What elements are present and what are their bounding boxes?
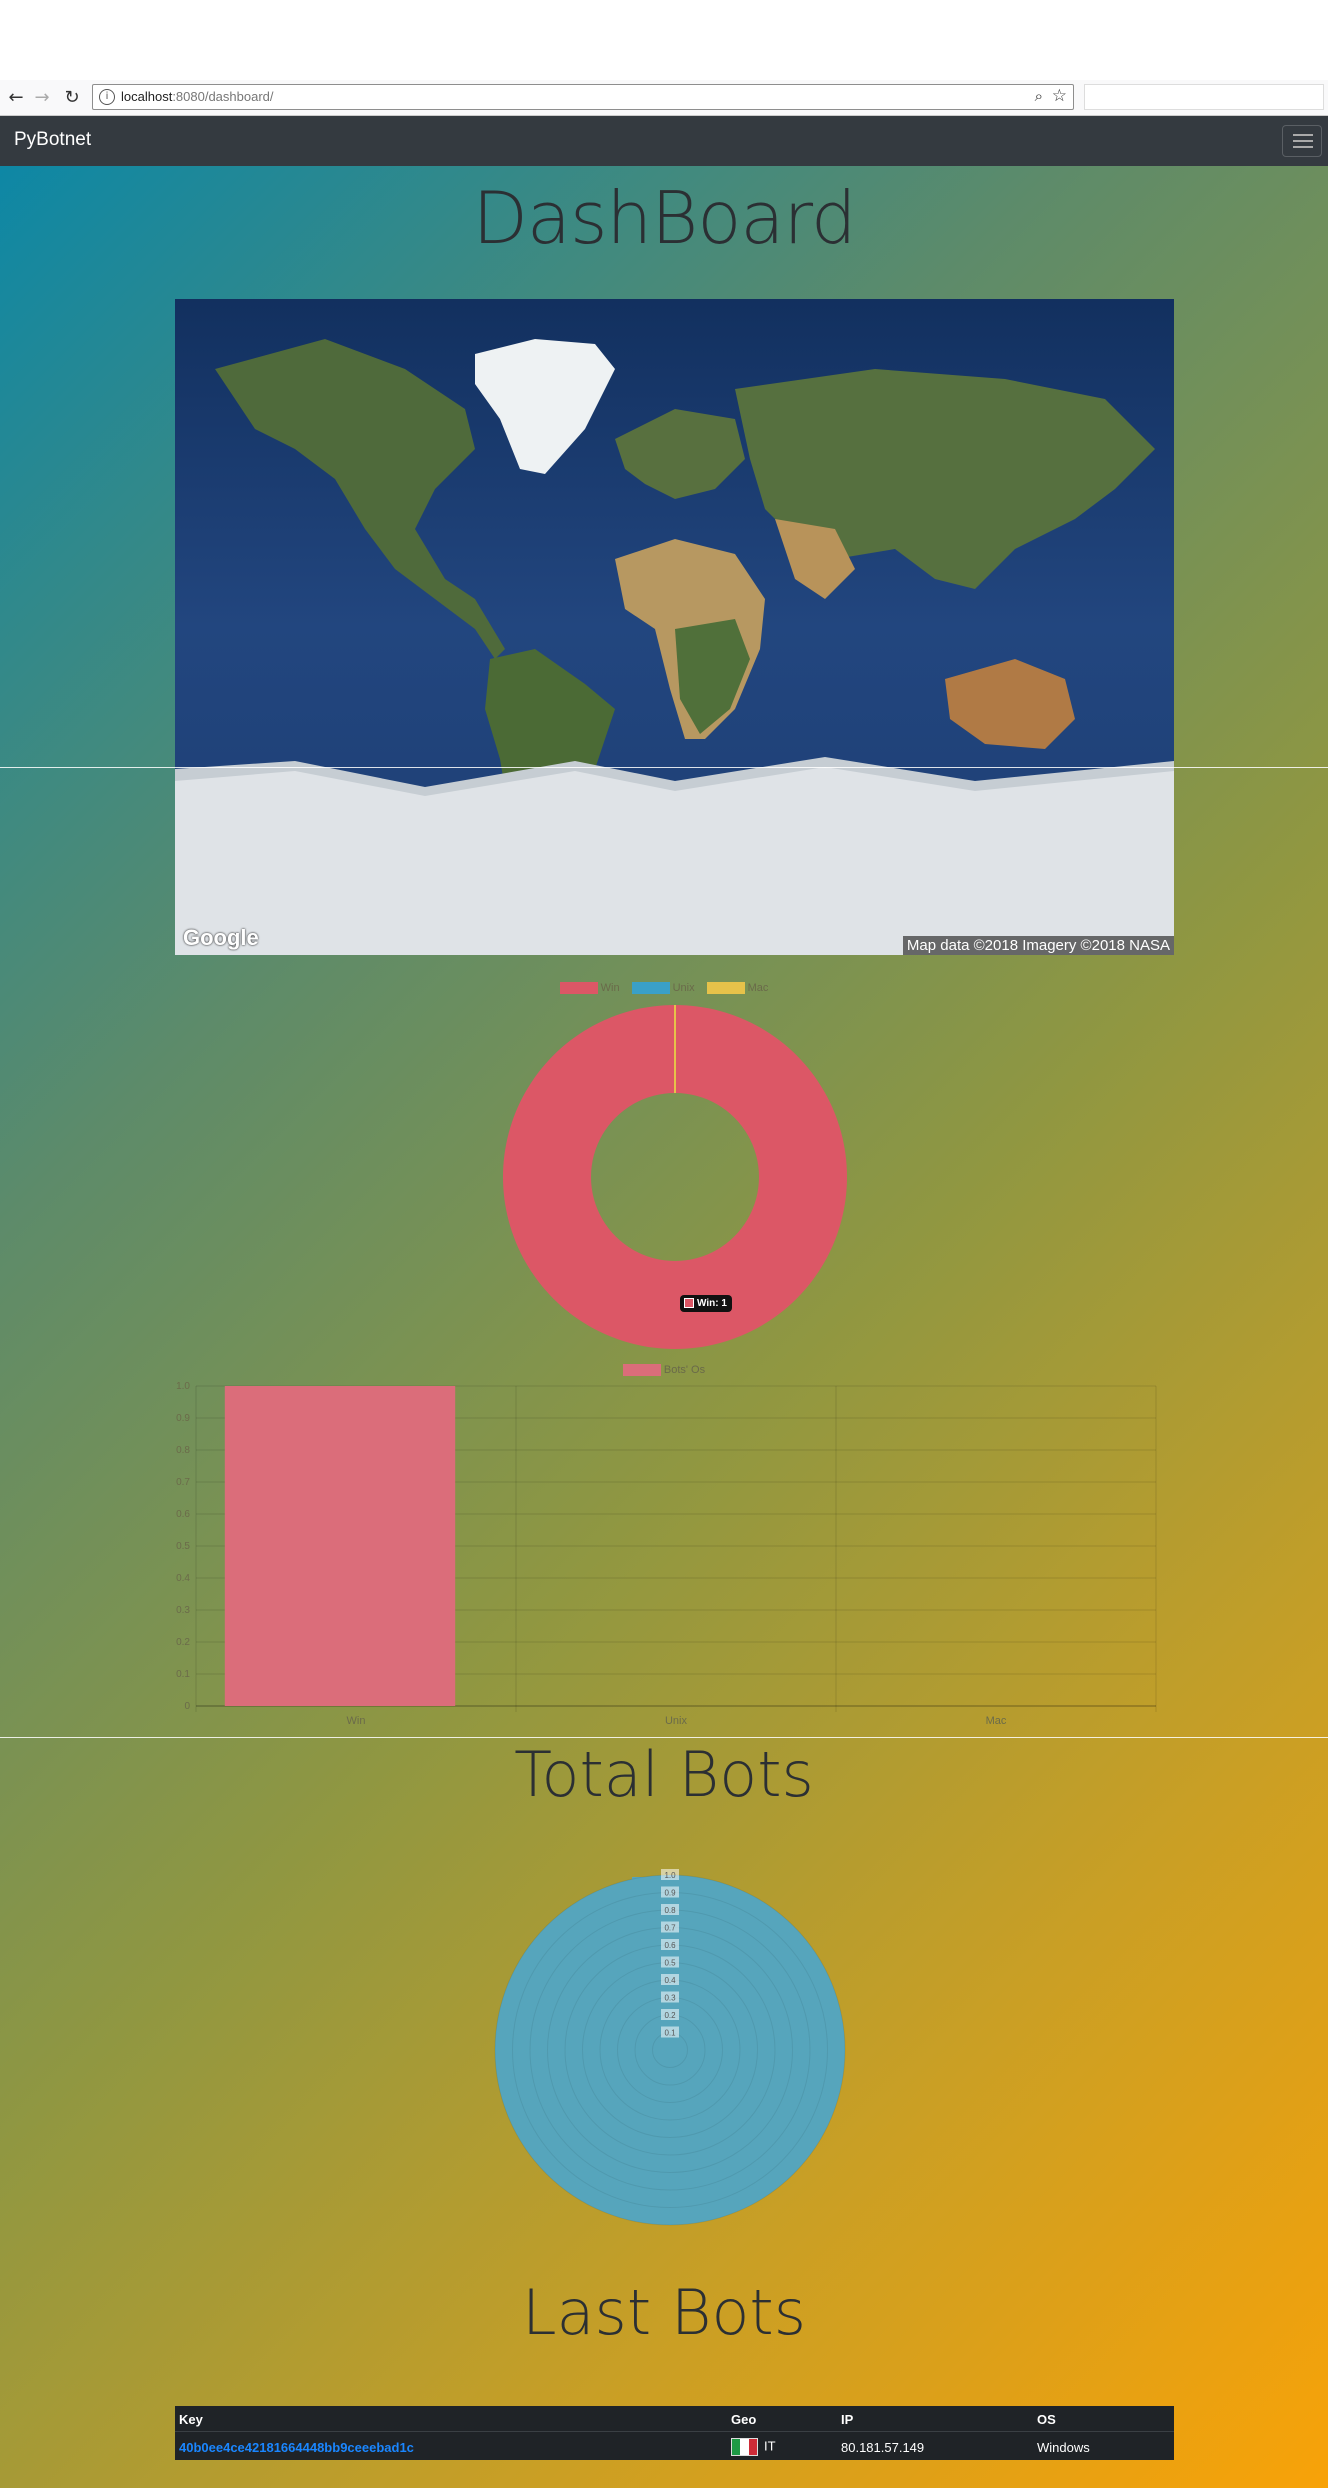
url-path: :8080/dashboard/ <box>172 89 274 104</box>
doughnut-legend: Win Unix Mac <box>0 982 1328 995</box>
legend-label: Bots' Os <box>663 1364 706 1377</box>
legend-label: Win <box>600 982 620 995</box>
url-host: localhost <box>121 89 173 104</box>
polar-tick-label: 0.5 <box>664 1959 676 1968</box>
world-map-imagery <box>175 299 1174 955</box>
x-tick-label: Mac <box>986 1715 1007 1727</box>
y-tick-label: 0.3 <box>176 1605 190 1616</box>
google-logo: Google <box>183 925 259 950</box>
legend-item-mac[interactable]: Mac <box>706 982 769 995</box>
polar-tick-label: 0.9 <box>664 1889 676 1898</box>
legend-label: Mac <box>747 982 769 995</box>
legend-item-bots-os[interactable]: Bots' Os <box>622 1364 706 1377</box>
bots-os-bar-chart: 0 0.1 0.2 0.3 0.4 0.5 0.6 0.7 0.8 0.9 1.0 Win Unix Ma… <box>176 1381 1157 1727</box>
column-header-os: OS <box>1033 2406 1174 2432</box>
column-header-key: Key <box>175 2406 727 2432</box>
y-tick-label: 0.9 <box>176 1413 190 1424</box>
column-header-geo: Geo <box>727 2406 837 2432</box>
y-tick-label: 0.5 <box>176 1541 190 1552</box>
polar-tick-label: 0.4 <box>664 1976 676 1985</box>
polar-tick-label: 0.6 <box>664 1941 676 1950</box>
y-tick-label: 0.8 <box>176 1445 190 1456</box>
y-tick-label: 0 <box>184 1701 190 1712</box>
browser-chrome: ← → ↻ i localhost:8080/dashboard/ ⌕ ☆ <box>0 0 1328 116</box>
y-tick-label: 0.6 <box>176 1509 190 1520</box>
url-text[interactable]: localhost:8080/dashboard/ <box>121 89 274 104</box>
y-tick-label: 0.7 <box>176 1477 190 1488</box>
x-tick-label: Unix <box>665 1715 688 1727</box>
polar-tick-label: 1.0 <box>664 1871 676 1880</box>
navbar-brand[interactable]: PyBotnet <box>14 129 91 151</box>
zoom-icon[interactable]: ⌕ <box>1035 87 1043 105</box>
address-bar[interactable]: i localhost:8080/dashboard/ ⌕ ☆ <box>92 84 1074 110</box>
browser-search-field[interactable] <box>1084 84 1324 110</box>
polar-tick-label: 0.1 <box>664 2029 676 2038</box>
os-doughnut-chart <box>502 1005 847 1349</box>
tooltip-text: Win: 1 <box>697 1298 727 1309</box>
polar-tick-label: 0.3 <box>664 1994 676 2003</box>
divider-line <box>0 767 1328 768</box>
y-tick-label: 0.2 <box>176 1637 190 1648</box>
cell-key: 40b0ee4ce42181664448bb9ceeebad1c <box>175 2432 727 2461</box>
legend-item-unix[interactable]: Unix <box>631 982 695 995</box>
bot-key-link[interactable]: 40b0ee4ce42181664448bb9ceeebad1c <box>179 2440 414 2455</box>
browser-toolbar: ← → ↻ i localhost:8080/dashboard/ ⌕ ☆ <box>0 80 1328 116</box>
total-bots-title: Total Bots <box>514 1738 814 1811</box>
polar-tick-label: 0.8 <box>664 1906 676 1915</box>
table-header-row: Key Geo IP OS <box>175 2406 1174 2432</box>
x-tick-label: Win <box>347 1715 366 1727</box>
legend-swatch <box>559 982 598 995</box>
geo-code: IT <box>764 2438 776 2454</box>
hamburger-menu-icon[interactable] <box>1282 125 1322 157</box>
legend-label: Unix <box>672 982 695 995</box>
chart-tooltip: Win: 1 <box>680 1295 732 1312</box>
cell-os: Windows <box>1037 2439 1090 2455</box>
legend-swatch <box>622 1364 661 1377</box>
world-map[interactable]: Google Map data ©2018 Imagery ©2018 NASA <box>175 299 1174 955</box>
italy-flag-icon <box>731 2438 758 2456</box>
tooltip-swatch <box>684 1298 694 1309</box>
page-body: PyBotnet DashBoard Google Map data ©2018… <box>0 116 1328 2488</box>
back-arrow-icon[interactable]: ← <box>4 86 28 110</box>
column-header-ip: IP <box>837 2406 1033 2432</box>
y-tick-label: 0.4 <box>176 1573 190 1584</box>
bar-win[interactable] <box>224 1386 456 1706</box>
reload-icon[interactable]: ↻ <box>60 86 84 110</box>
y-tick-label: 1.0 <box>176 1381 190 1392</box>
total-bots-polar-chart: 0.1 0.2 0.3 0.4 0.5 0.6 0.7 0.8 0.9 1.0 <box>494 1869 846 2226</box>
navbar: PyBotnet <box>0 116 1328 166</box>
bookmark-star-icon[interactable]: ☆ <box>1052 86 1067 106</box>
legend-swatch <box>631 982 670 995</box>
forward-arrow-icon[interactable]: → <box>30 86 54 110</box>
map-attribution: Map data ©2018 Imagery ©2018 NASA <box>902 936 1174 955</box>
cell-ip: 80.181.57.149 <box>841 2439 925 2455</box>
legend-item-win[interactable]: Win <box>559 982 620 995</box>
y-tick-label: 0.1 <box>176 1669 190 1680</box>
polar-tick-label: 0.7 <box>664 1924 676 1933</box>
cell-geo: IT <box>727 2432 837 2461</box>
polar-tick-label: 0.2 <box>664 2011 676 2020</box>
info-icon[interactable]: i <box>99 89 115 105</box>
last-bots-title: Last Bots <box>522 2276 806 2349</box>
page-title: DashBoard <box>472 176 856 260</box>
legend-swatch <box>706 982 745 995</box>
bar-legend: Bots' Os <box>0 1364 1328 1377</box>
table-row[interactable]: 40b0ee4ce42181664448bb9ceeebad1c IT 80.181… <box>175 2432 1174 2461</box>
last-bots-table: Key Geo IP OS 40b0ee4ce42181664448bb9ceeeba… <box>175 2406 1174 2460</box>
